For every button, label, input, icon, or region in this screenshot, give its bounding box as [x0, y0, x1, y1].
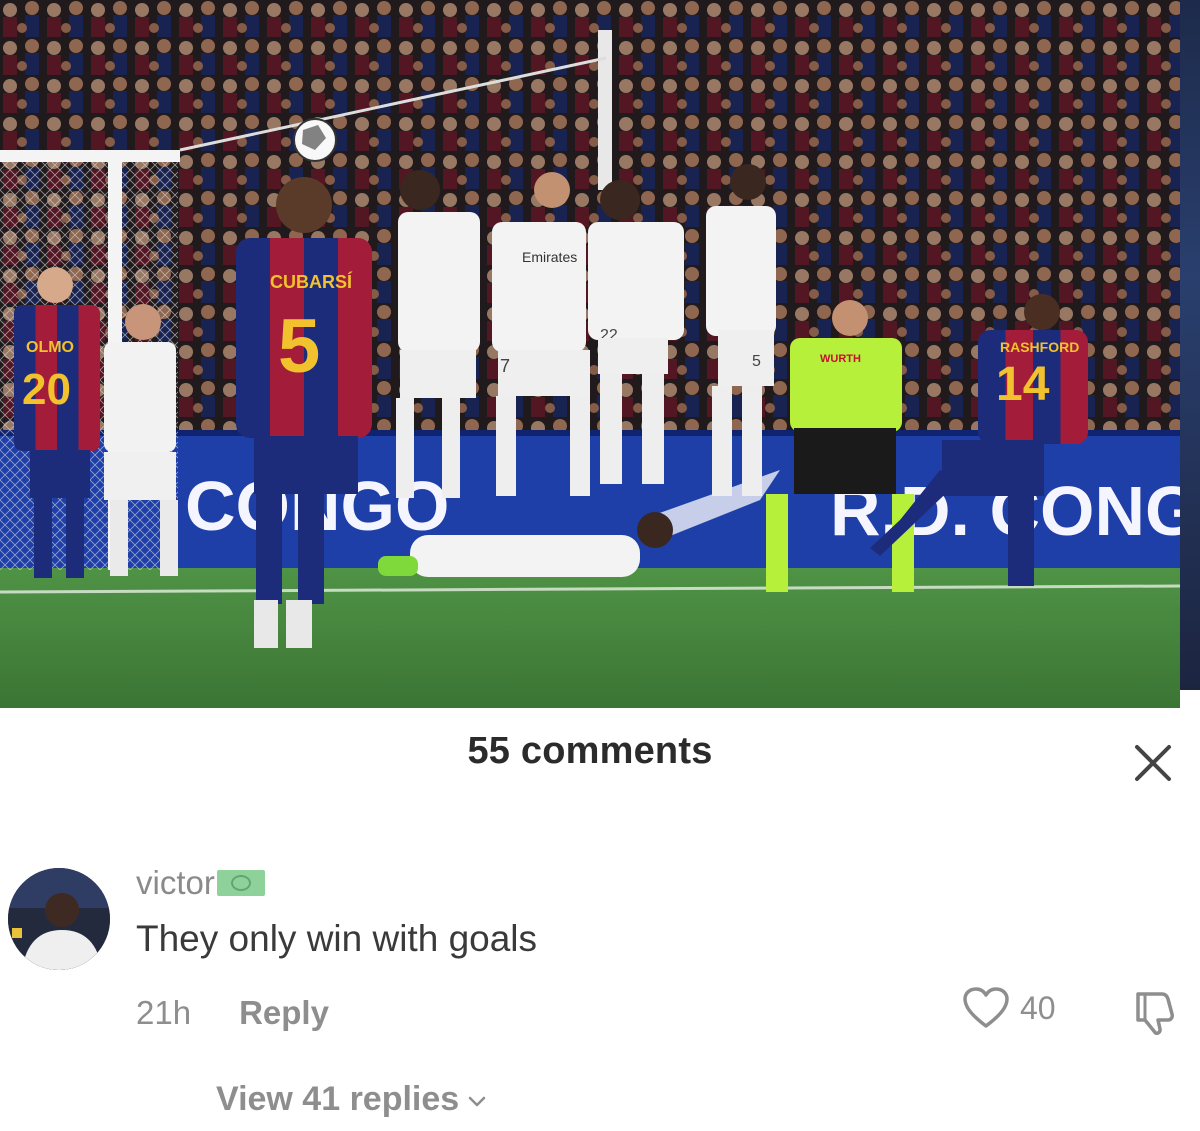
- dislike-button[interactable]: [1128, 988, 1178, 1038]
- svg-text:5: 5: [752, 353, 761, 370]
- comment-item: victor They only win with goals 21h Repl…: [0, 860, 1200, 1060]
- like-count: 40: [1020, 989, 1056, 1026]
- thumbs-down-icon: [1136, 992, 1174, 1035]
- like-button[interactable]: 40: [962, 986, 1056, 1030]
- close-icon: [1135, 745, 1171, 781]
- reply-button[interactable]: Reply: [239, 994, 329, 1032]
- chevron-down-icon: [468, 1096, 486, 1106]
- svg-text:Emirates: Emirates: [522, 249, 577, 265]
- flag-icon: [216, 870, 265, 896]
- username-text: victor: [136, 864, 215, 901]
- comments-title: 55 comments: [467, 730, 713, 772]
- svg-text:CUBARSÍ: CUBARSÍ: [270, 271, 353, 292]
- post-photo: CONGO R.D. CONG OLMO 20 20: [0, 0, 1180, 708]
- svg-text:14: 14: [996, 358, 1050, 411]
- close-button[interactable]: [1128, 738, 1178, 788]
- heart-icon: [963, 987, 1009, 1028]
- adjacent-photo-edge: [1180, 0, 1200, 690]
- svg-text:RASHFORD: RASHFORD: [1000, 339, 1079, 355]
- avatar[interactable]: [8, 868, 110, 970]
- svg-text:20: 20: [22, 365, 71, 414]
- comment-username[interactable]: victor: [136, 864, 265, 902]
- svg-text:OLMO: OLMO: [26, 339, 74, 356]
- view-replies-label: View 41 replies: [216, 1080, 460, 1118]
- comment-time: 21h: [136, 994, 192, 1031]
- football-scene: CONGO R.D. CONG OLMO 20 20: [0, 0, 1180, 708]
- svg-text:WURTH: WURTH: [820, 353, 861, 365]
- comment-text: They only win with goals: [136, 918, 538, 959]
- comment-meta: 21h Reply: [136, 994, 329, 1032]
- svg-text:7: 7: [500, 356, 510, 376]
- view-replies-button[interactable]: View 41 replies: [216, 1080, 487, 1119]
- avatar-image: [8, 868, 110, 970]
- svg-text:5: 5: [278, 304, 320, 389]
